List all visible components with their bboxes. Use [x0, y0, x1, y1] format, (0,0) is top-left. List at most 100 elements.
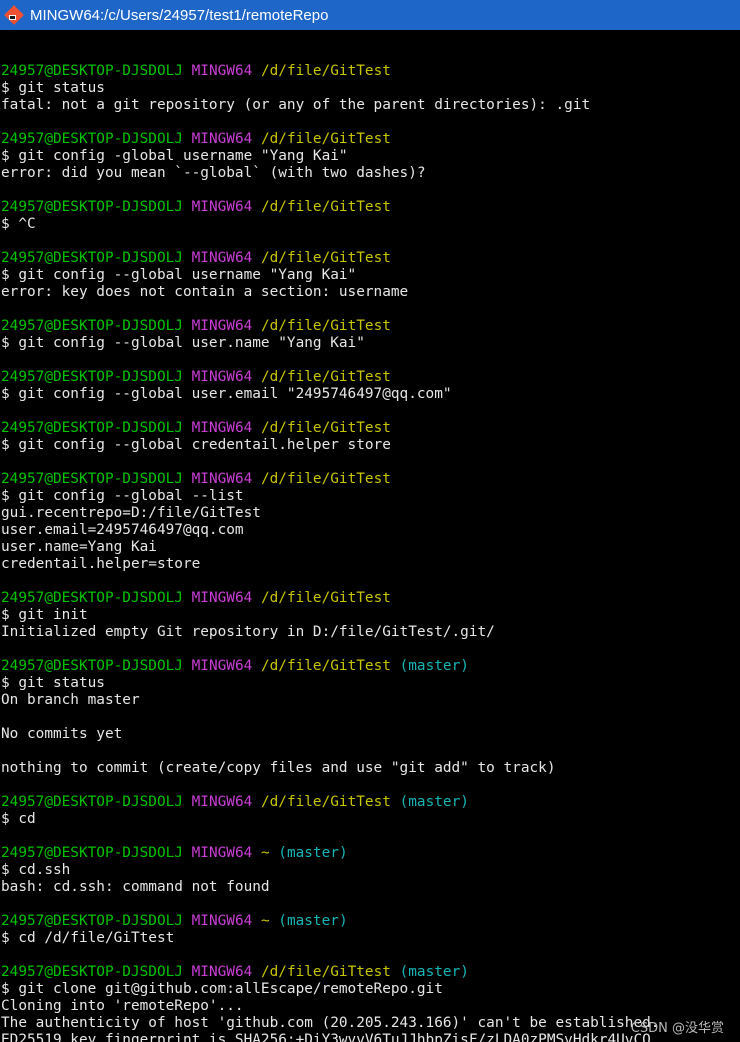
- prompt-path: /d/file/GitTest: [260, 420, 391, 436]
- command-line: $ git clone git@github.com:allEscape/rem…: [1, 981, 443, 997]
- output-line: user.email=2495746497@qq.com: [1, 522, 244, 538]
- command-line: $ git config --global --list: [1, 488, 244, 504]
- prompt-system: MINGW64: [191, 845, 253, 861]
- prompt-path: /d/file/GitTest: [260, 471, 391, 487]
- prompt-user-host: 24957@DESKTOP-DJSDOLJ: [1, 131, 183, 147]
- command-line: $ git config --global user.email "249574…: [1, 386, 452, 402]
- command-line: $ cd.ssh: [1, 862, 71, 878]
- output-line: bash: cd.ssh: command not found: [1, 879, 270, 895]
- output-line: Cloning into 'remoteRepo'...: [1, 998, 244, 1014]
- title-bar[interactable]: MINGW64:/c/Users/24957/test1/remoteRepo: [0, 0, 740, 30]
- prompt-user-host: 24957@DESKTOP-DJSDOLJ: [1, 794, 183, 810]
- prompt-path: /d/file/GitTest: [260, 794, 391, 810]
- prompt-system: MINGW64: [191, 420, 253, 436]
- prompt-system: MINGW64: [191, 250, 253, 266]
- output-line: ED25519 key fingerprint is SHA256:+DiY3w…: [1, 1032, 651, 1042]
- prompt-line: 24957@DESKTOP-DJSDOLJ MINGW64 /d/file/Gi…: [0, 318, 740, 335]
- prompt-line: 24957@DESKTOP-DJSDOLJ MINGW64 /d/file/Gi…: [0, 420, 740, 437]
- prompt-user-host: 24957@DESKTOP-DJSDOLJ: [1, 420, 183, 436]
- window-title: MINGW64:/c/Users/24957/test1/remoteRepo: [30, 6, 329, 24]
- prompt-system: MINGW64: [191, 794, 253, 810]
- prompt-branch: (master): [399, 794, 469, 810]
- prompt-path: /d/file/GitTest: [260, 63, 391, 79]
- prompt-line: 24957@DESKTOP-DJSDOLJ MINGW64 /d/file/Gi…: [0, 794, 740, 811]
- output-line: The authenticity of host 'github.com (20…: [1, 1015, 660, 1031]
- command-line: $ git config --global credentail.helper …: [1, 437, 391, 453]
- prompt-system: MINGW64: [191, 590, 253, 606]
- prompt-user-host: 24957@DESKTOP-DJSDOLJ: [1, 369, 183, 385]
- prompt-path: /d/file/GitTest: [260, 199, 391, 215]
- terminal-window: MINGW64:/c/Users/24957/test1/remoteRepo …: [0, 0, 740, 1042]
- terminal-output[interactable]: 24957@DESKTOP-DJSDOLJ MINGW64 /d/file/Gi…: [0, 30, 740, 1042]
- prompt-line: 24957@DESKTOP-DJSDOLJ MINGW64 /d/file/Gi…: [0, 199, 740, 216]
- prompt-user-host: 24957@DESKTOP-DJSDOLJ: [1, 913, 183, 929]
- prompt-line: 24957@DESKTOP-DJSDOLJ MINGW64 ~ (master): [0, 845, 740, 862]
- command-line: $ git config --global username "Yang Kai…: [1, 267, 357, 283]
- prompt-branch: (master): [278, 845, 348, 861]
- output-line: user.name=Yang Kai: [1, 539, 157, 555]
- output-line: credentail.helper=store: [1, 556, 201, 572]
- prompt-user-host: 24957@DESKTOP-DJSDOLJ: [1, 471, 183, 487]
- prompt-path: /d/file/GitTest: [260, 590, 391, 606]
- prompt-line: 24957@DESKTOP-DJSDOLJ MINGW64 /d/file/Gi…: [0, 590, 740, 607]
- output-line: error: did you mean `--global` (with two…: [1, 165, 426, 181]
- prompt-system: MINGW64: [191, 964, 253, 980]
- prompt-path: ~: [260, 845, 270, 861]
- prompt-user-host: 24957@DESKTOP-DJSDOLJ: [1, 658, 183, 674]
- prompt-path: ~: [260, 913, 270, 929]
- prompt-user-host: 24957@DESKTOP-DJSDOLJ: [1, 318, 183, 334]
- command-line: $ git status: [1, 80, 105, 96]
- prompt-user-host: 24957@DESKTOP-DJSDOLJ: [1, 845, 183, 861]
- command-line: $ cd /d/file/GiTtest: [1, 930, 175, 946]
- prompt-user-host: 24957@DESKTOP-DJSDOLJ: [1, 63, 183, 79]
- prompt-system: MINGW64: [191, 658, 253, 674]
- output-line: No commits yet: [1, 726, 123, 742]
- prompt-path: /d/file/GitTest: [260, 658, 391, 674]
- command-line: $ git config --global user.name "Yang Ka…: [1, 335, 365, 351]
- prompt-line: 24957@DESKTOP-DJSDOLJ MINGW64 /d/file/Gi…: [0, 658, 740, 675]
- prompt-path: /d/file/GitTest: [260, 250, 391, 266]
- prompt-system: MINGW64: [191, 63, 253, 79]
- output-line: Initialized empty Git repository in D:/f…: [1, 624, 495, 640]
- prompt-line: 24957@DESKTOP-DJSDOLJ MINGW64 /d/file/Gi…: [0, 471, 740, 488]
- command-line: $ git init: [1, 607, 88, 623]
- prompt-system: MINGW64: [191, 318, 253, 334]
- watermark: CSDN @没华赏: [630, 1021, 724, 1036]
- prompt-line: 24957@DESKTOP-DJSDOLJ MINGW64 ~ (master): [0, 913, 740, 930]
- prompt-path: /d/file/GitTest: [260, 369, 391, 385]
- prompt-line: 24957@DESKTOP-DJSDOLJ MINGW64 /d/file/Gi…: [0, 964, 740, 981]
- output-line: error: key does not contain a section: u…: [1, 284, 409, 300]
- output-line: fatal: not a git repository (or any of t…: [1, 97, 591, 113]
- output-line: On branch master: [1, 692, 140, 708]
- prompt-path: /d/file/GiTtest: [260, 964, 391, 980]
- command-line: $ ^C: [1, 216, 36, 232]
- prompt-branch: (master): [399, 658, 469, 674]
- command-line: $ cd: [1, 811, 36, 827]
- prompt-user-host: 24957@DESKTOP-DJSDOLJ: [1, 964, 183, 980]
- prompt-system: MINGW64: [191, 471, 253, 487]
- prompt-user-host: 24957@DESKTOP-DJSDOLJ: [1, 250, 183, 266]
- prompt-line: 24957@DESKTOP-DJSDOLJ MINGW64 /d/file/Gi…: [0, 131, 740, 148]
- prompt-path: /d/file/GitTest: [260, 131, 391, 147]
- prompt-system: MINGW64: [191, 199, 253, 215]
- command-line: $ git config -global username "Yang Kai": [1, 148, 348, 164]
- output-line: gui.recentrepo=D:/file/GitTest: [1, 505, 261, 521]
- prompt-line: 24957@DESKTOP-DJSDOLJ MINGW64 /d/file/Gi…: [0, 250, 740, 267]
- prompt-line: 24957@DESKTOP-DJSDOLJ MINGW64 /d/file/Gi…: [0, 63, 740, 80]
